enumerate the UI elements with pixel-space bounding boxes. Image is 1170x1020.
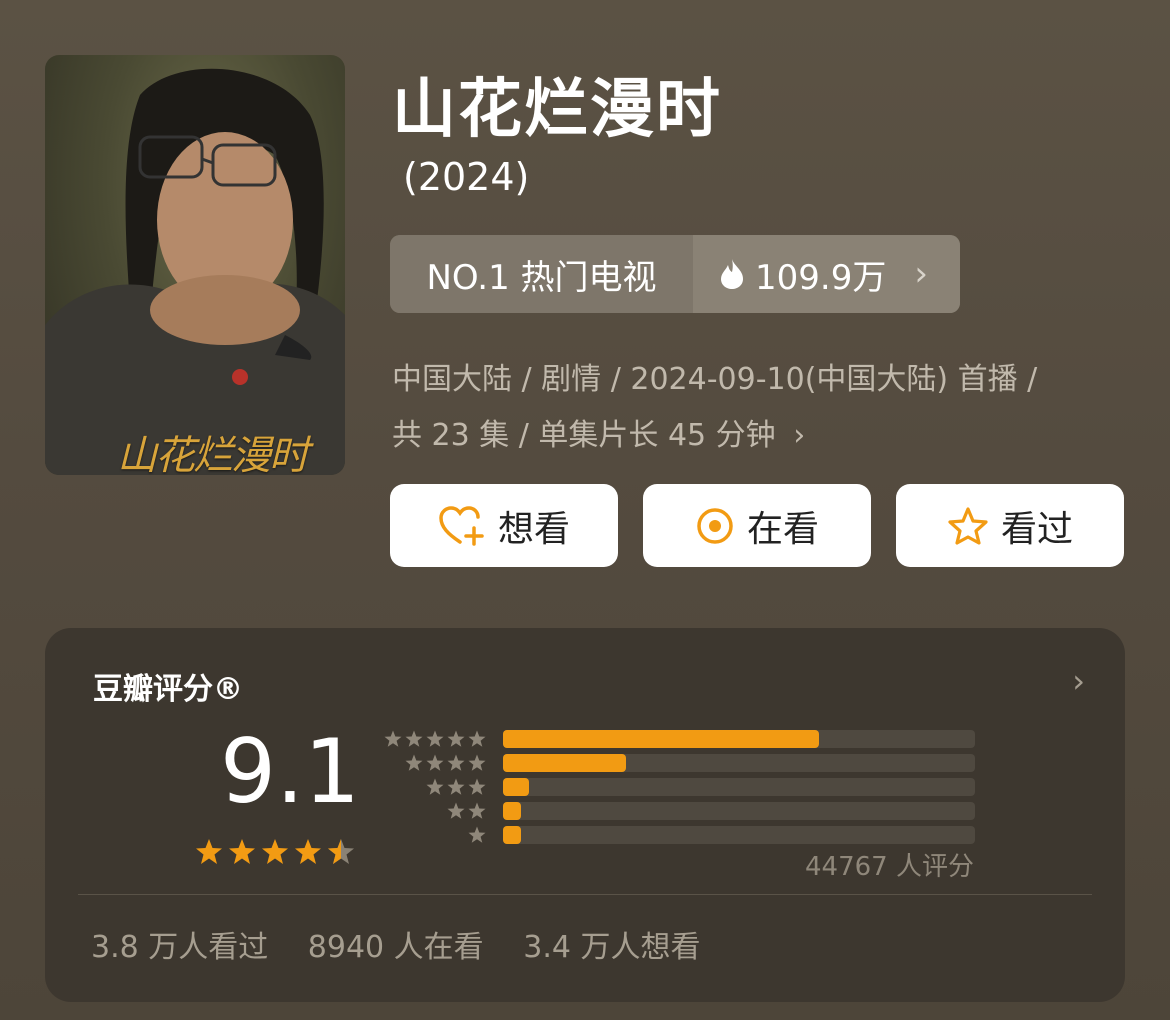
meta-info[interactable]: 中国大陆 / 剧情 / 2024-09-10(中国大陆) 首播 / 共 23 集… <box>392 352 1122 464</box>
meta-line-2-wrap: 共 23 集 / 单集片长 45 分钟 › <box>392 408 1122 464</box>
bar-fill-1 <box>503 826 521 844</box>
watching-button-label: 在看 <box>746 508 819 550</box>
star-icon <box>384 730 402 747</box>
target-icon <box>697 507 733 544</box>
distribution-row-2 <box>385 802 975 820</box>
bar-track <box>503 730 975 748</box>
chevron-right-icon[interactable]: › <box>1072 662 1085 700</box>
watching-count[interactable]: 8940 人在看 <box>308 930 484 965</box>
bar-track <box>503 802 975 820</box>
flame-icon <box>721 259 743 289</box>
distribution-stars-4 <box>405 754 486 771</box>
page-title: 山花烂漫时 <box>392 73 722 147</box>
bar-track <box>503 778 975 796</box>
want-button-label: 想看 <box>497 508 570 550</box>
poster-art <box>45 68 345 475</box>
heart-plus-icon <box>439 505 484 546</box>
rating-count: 44767 人评分 <box>805 852 974 882</box>
star-icon <box>468 802 486 819</box>
watching-button[interactable]: 在看 <box>643 484 871 567</box>
star-icon <box>468 778 486 795</box>
star-icon <box>447 730 465 747</box>
want-count[interactable]: 3.4 万人想看 <box>523 930 700 965</box>
star-icon <box>426 778 444 795</box>
rating-score: 9.1 <box>220 720 360 823</box>
rank-banner[interactable]: NO.1 热门电视 109.9万 › <box>390 235 960 313</box>
star-icon <box>468 826 486 843</box>
star-icon <box>405 754 423 771</box>
star-icon <box>426 754 444 771</box>
distribution-stars-2 <box>447 802 486 819</box>
watch-stats: 3.8 万人看过 8940 人在看 3.4 万人想看 <box>91 922 730 966</box>
distribution-row-3 <box>385 778 975 796</box>
rating-card[interactable]: 豆瓣评分® › 9.1 44767 人评分 3.8 万人看过 8940 人在看 … <box>45 628 1125 1002</box>
rating-header: 豆瓣评分® <box>93 672 243 707</box>
bar-fill-3 <box>503 778 529 796</box>
star-icon <box>295 839 321 864</box>
star-icon <box>229 839 255 864</box>
release-year: (2024) <box>403 155 530 199</box>
star-icon <box>447 802 465 819</box>
bar-fill-4 <box>503 754 626 772</box>
meta-line-1: 中国大陆 / 剧情 / 2024-09-10(中国大陆) 首播 / <box>392 362 1038 397</box>
distribution-row-5 <box>384 730 975 748</box>
star-icon <box>262 839 288 864</box>
watched-button-label: 看过 <box>1000 508 1073 550</box>
meta-line-2: 共 23 集 / 单集片长 45 分钟 <box>392 418 776 453</box>
distribution-stars-1 <box>468 826 486 843</box>
star-icon <box>426 730 444 747</box>
watched-button[interactable]: 看过 <box>896 484 1124 567</box>
star-icon <box>468 754 486 771</box>
distribution-stars-5 <box>384 730 486 747</box>
distribution-stars-3 <box>426 778 486 795</box>
heat-section: 109.9万 › <box>693 235 960 313</box>
bar-fill-2 <box>503 802 521 820</box>
divider <box>78 894 1092 895</box>
poster-image[interactable]: 山花烂漫时 <box>45 55 345 475</box>
star-icon <box>468 730 486 747</box>
star-icon <box>196 839 222 864</box>
poster-title-text: 山花烂漫时 <box>117 433 309 475</box>
bar-track <box>503 754 975 772</box>
distribution-row-1 <box>385 826 975 844</box>
bar-track <box>503 826 975 844</box>
chevron-right-icon: › <box>793 418 806 453</box>
star-outline-icon <box>948 506 988 545</box>
bar-fill-5 <box>503 730 820 748</box>
star-icon <box>447 754 465 771</box>
heat-value: 109.9万 <box>755 257 887 298</box>
distribution-row-4 <box>385 754 975 772</box>
star-icon <box>447 778 465 795</box>
rank-label: NO.1 热门电视 <box>390 235 693 313</box>
rating-stars <box>196 839 354 864</box>
want-to-watch-button[interactable]: 想看 <box>390 484 618 567</box>
chevron-right-icon: › <box>914 254 928 294</box>
star-icon <box>405 730 423 747</box>
watched-count[interactable]: 3.8 万人看过 <box>91 930 268 965</box>
half-star-icon <box>328 839 354 864</box>
